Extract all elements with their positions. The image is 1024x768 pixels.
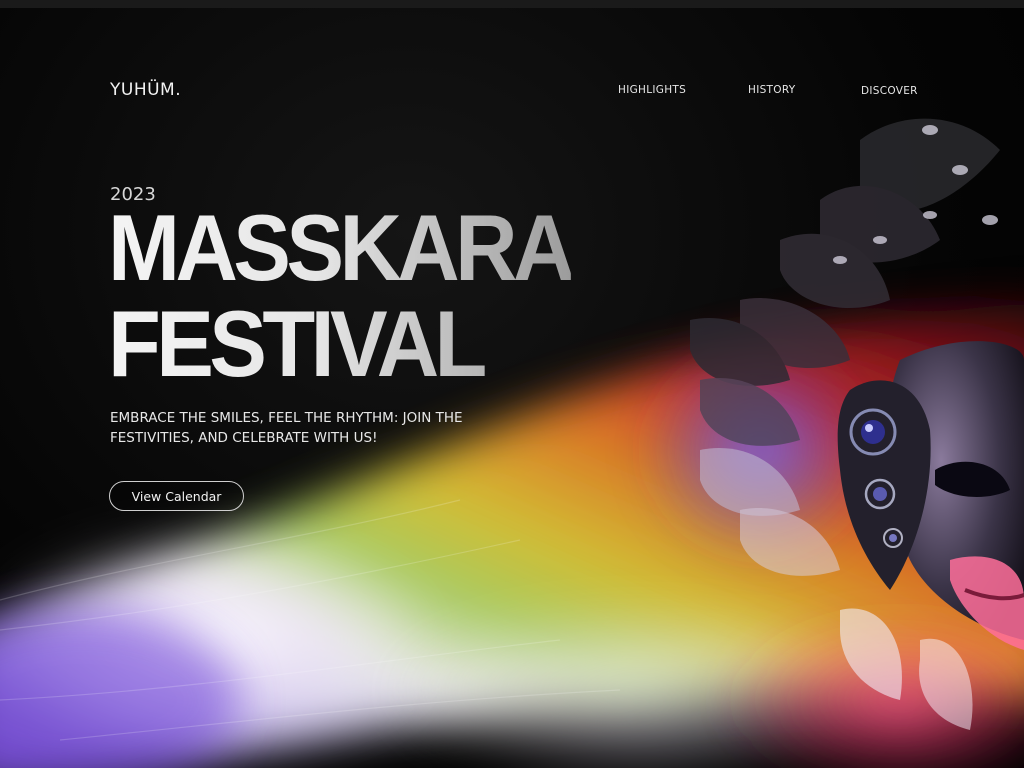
landing-page: YUHÜM. HIGHLIGHTS HISTORY DISCOVER 2023 … [0, 0, 1024, 768]
nav-link-history[interactable]: HISTORY [748, 84, 795, 96]
hero-title-line-1: MASSKARA [108, 195, 571, 300]
nav-link-highlights[interactable]: HIGHLIGHTS [618, 84, 686, 96]
top-edge-bar [0, 0, 1024, 8]
hero-title: MASSKARA FESTIVAL [108, 200, 571, 392]
view-calendar-button[interactable]: View Calendar [109, 481, 244, 511]
main-nav: HIGHLIGHTS HISTORY DISCOVER [0, 84, 1024, 104]
hero-tagline: EMBRACE THE SMILES, FEEL THE RHYTHM: JOI… [110, 410, 463, 446]
nav-link-discover[interactable]: DISCOVER [861, 85, 918, 97]
hero-title-line-2: FESTIVAL [108, 291, 483, 396]
